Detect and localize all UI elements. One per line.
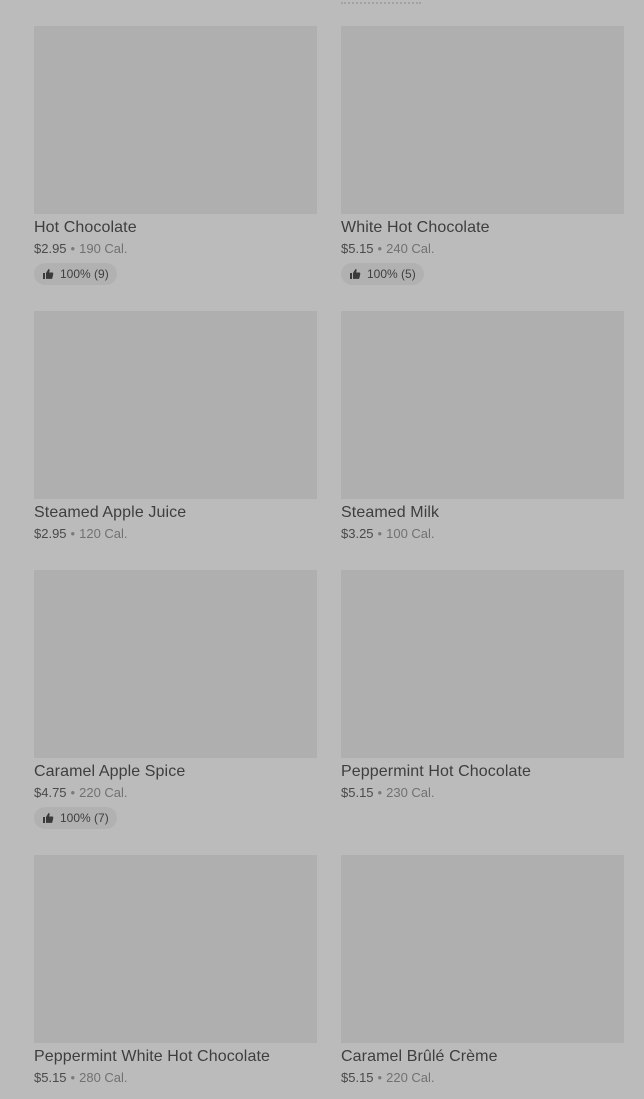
menu-item-meta: $4.75 • 220 Cal.	[34, 785, 317, 801]
separator-dot: •	[70, 1070, 76, 1085]
menu-item-card[interactable]: Caramel Apple Spice $4.75 • 220 Cal. 100% …	[34, 570, 317, 855]
menu-item-calories: 280 Cal.	[79, 1070, 128, 1085]
separator-dot: •	[377, 241, 383, 256]
menu-item-meta: $2.95 • 190 Cal.	[34, 241, 317, 257]
menu-item-image	[341, 311, 624, 499]
previous-item-edge	[341, 0, 421, 4]
menu-item-calories: 220 Cal.	[386, 1070, 435, 1085]
menu-item-image	[34, 855, 317, 1043]
menu-item-price: $5.15	[34, 1070, 67, 1085]
menu-item-image	[341, 570, 624, 758]
menu-item-name: Hot Chocolate	[34, 219, 137, 236]
menu-item-calories: 100 Cal.	[386, 526, 435, 541]
menu-item-card[interactable]: Steamed Milk $3.25 • 100 Cal.	[341, 311, 624, 570]
menu-item-meta: $5.15 • 220 Cal.	[341, 1070, 624, 1086]
rating-text: 100% (7)	[60, 811, 109, 825]
menu-grid: Hot Chocolate $2.95 • 190 Cal. 100% (9) Wh…	[34, 26, 624, 1099]
menu-item-price: $4.75	[34, 785, 67, 800]
menu-item-calories: 240 Cal.	[386, 241, 435, 256]
menu-item-image	[341, 26, 624, 214]
menu-item-image	[34, 311, 317, 499]
menu-item-calories: 120 Cal.	[79, 526, 128, 541]
separator-dot: •	[70, 241, 76, 256]
menu-item-name: Caramel Apple Spice	[34, 763, 186, 780]
menu-item-card[interactable]: White Hot Chocolate $5.15 • 240 Cal. 100% …	[341, 26, 624, 311]
thumbs-up-icon	[350, 269, 361, 279]
menu-item-price: $2.95	[34, 526, 67, 541]
separator-dot: •	[70, 526, 76, 541]
menu-item-name: Steamed Milk	[341, 504, 440, 521]
menu-item-calories: 190 Cal.	[79, 241, 128, 256]
separator-dot: •	[377, 526, 383, 541]
separator-dot: •	[377, 785, 383, 800]
menu-item-name: Caramel Brûlé Crème	[341, 1048, 498, 1065]
menu-item-calories: 230 Cal.	[386, 785, 435, 800]
rating-badge: 100% (9)	[34, 263, 117, 285]
menu-item-card[interactable]: Hot Chocolate $2.95 • 190 Cal. 100% (9)	[34, 26, 317, 311]
menu-item-name: Peppermint Hot Chocolate	[341, 763, 532, 780]
menu-item-meta: $5.15 • 240 Cal.	[341, 241, 624, 257]
thumbs-up-icon	[43, 269, 54, 279]
menu-item-price: $5.15	[341, 1070, 374, 1085]
separator-dot: •	[377, 1070, 383, 1085]
menu-item-meta: $5.15 • 280 Cal.	[34, 1070, 317, 1086]
menu-item-meta: $3.25 • 100 Cal.	[341, 526, 624, 542]
menu-item-name: Peppermint White Hot Chocolate	[34, 1048, 270, 1065]
menu-item-image	[34, 26, 317, 214]
rating-badge: 100% (5)	[341, 263, 424, 285]
menu-item-card[interactable]: Peppermint Hot Chocolate $5.15 • 230 Cal.	[341, 570, 624, 855]
menu-item-name: White Hot Chocolate	[341, 219, 490, 236]
menu-item-price: $5.15	[341, 785, 374, 800]
menu-item-meta: $2.95 • 120 Cal.	[34, 526, 317, 542]
rating-text: 100% (9)	[60, 267, 109, 281]
menu-item-card[interactable]: Steamed Apple Juice $2.95 • 120 Cal.	[34, 311, 317, 570]
rating-badge: 100% (7)	[34, 807, 117, 829]
separator-dot: •	[70, 785, 76, 800]
menu-item-price: $3.25	[341, 526, 374, 541]
menu-item-calories: 220 Cal.	[79, 785, 128, 800]
menu-item-price: $2.95	[34, 241, 67, 256]
thumbs-up-icon	[43, 813, 54, 823]
rating-text: 100% (5)	[367, 267, 416, 281]
menu-item-card[interactable]: Caramel Brûlé Crème $5.15 • 220 Cal.	[341, 855, 624, 1099]
menu-item-image	[341, 855, 624, 1043]
menu-item-meta: $5.15 • 230 Cal.	[341, 785, 624, 801]
menu-item-image	[34, 570, 317, 758]
menu-item-name: Steamed Apple Juice	[34, 504, 187, 521]
menu-item-card[interactable]: Peppermint White Hot Chocolate $5.15 • 280…	[34, 855, 317, 1099]
menu-item-price: $5.15	[341, 241, 374, 256]
